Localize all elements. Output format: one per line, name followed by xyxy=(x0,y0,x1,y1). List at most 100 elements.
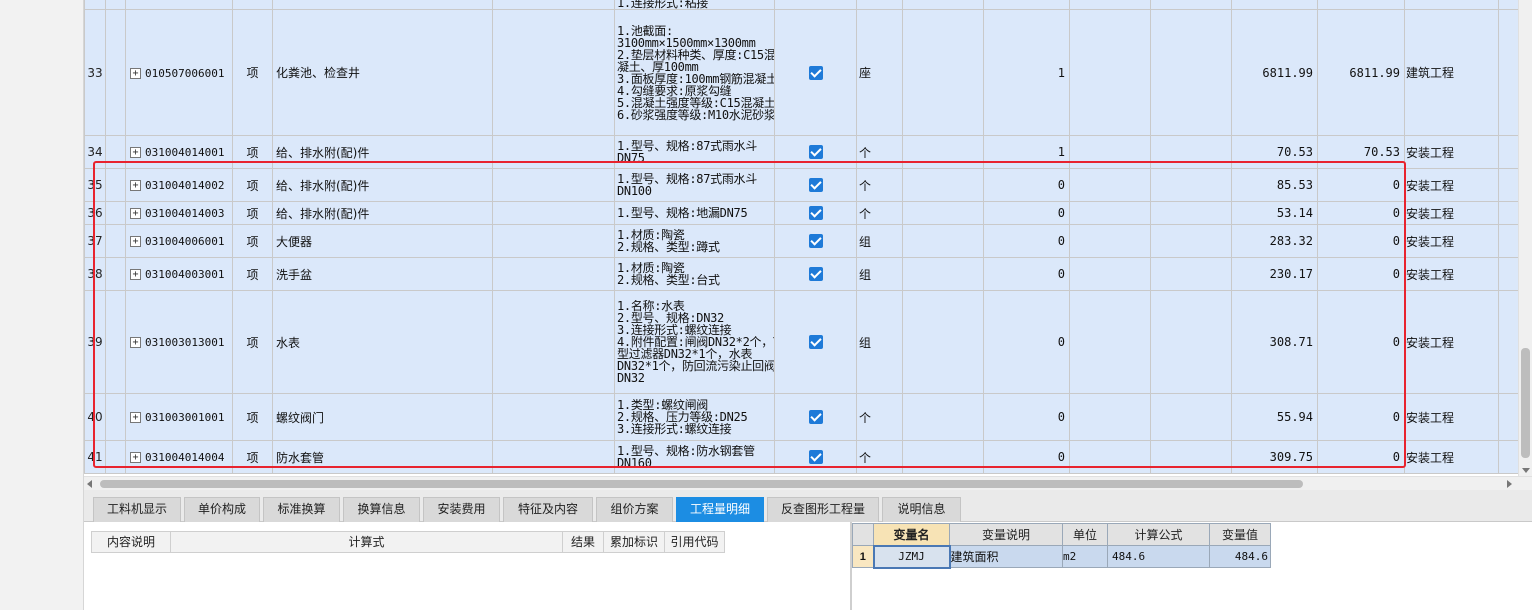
total-price-cell[interactable]: 0 xyxy=(1317,290,1405,394)
total-price-cell[interactable]: 0 xyxy=(1317,201,1405,225)
quantity-cell[interactable]: 1 xyxy=(983,9,1070,136)
total-price-cell[interactable]: 0 xyxy=(1317,168,1405,202)
empty-cell[interactable] xyxy=(1069,257,1151,291)
unit-cell[interactable]: 组 xyxy=(856,257,903,291)
empty-cell[interactable] xyxy=(492,224,615,258)
empty-cell[interactable] xyxy=(1069,9,1151,136)
expand-icon[interactable]: + xyxy=(130,208,141,219)
empty-cell[interactable] xyxy=(1150,201,1232,225)
horizontal-scrollbar[interactable] xyxy=(84,476,1532,490)
total-price-cell[interactable]: 0 xyxy=(1317,393,1405,441)
category-cell[interactable]: 安装工程 xyxy=(1404,290,1499,394)
unit-price-cell[interactable]: 55.94 xyxy=(1231,393,1318,441)
empty-cell[interactable] xyxy=(492,440,615,474)
variable-name-cell[interactable]: JZMJ xyxy=(872,544,951,569)
expand-icon[interactable]: + xyxy=(130,180,141,191)
features-cell[interactable]: 1.池截面: 3100mm×1500mm×1300mm 2.垫层材料种类、厚度:C1… xyxy=(614,9,775,136)
checkbox-cell[interactable] xyxy=(774,440,857,474)
empty-cell[interactable] xyxy=(1069,290,1151,394)
empty-cell[interactable] xyxy=(1069,440,1151,474)
checkbox-cell[interactable] xyxy=(774,290,857,394)
empty-cell[interactable] xyxy=(1150,224,1232,258)
item-name-cell[interactable]: 螺纹阀门 xyxy=(272,393,493,441)
quantity-cell[interactable]: 1 xyxy=(983,135,1070,169)
empty-cell[interactable] xyxy=(902,393,984,441)
unit-cell[interactable]: 个 xyxy=(856,135,903,169)
empty-cell[interactable] xyxy=(1069,201,1151,225)
empty-cell[interactable] xyxy=(492,393,615,441)
expand-icon[interactable]: + xyxy=(130,452,141,463)
empty-cell[interactable] xyxy=(902,135,984,169)
code-cell[interactable]: +031004014004 xyxy=(125,440,233,474)
unit-price-cell[interactable]: 85.53 xyxy=(1231,168,1318,202)
unit-cell[interactable]: 组 xyxy=(856,224,903,258)
quantity-cell[interactable]: 0 xyxy=(983,168,1070,202)
vertical-scrollbar[interactable] xyxy=(1518,0,1532,476)
quantity-cell[interactable]: 0 xyxy=(983,290,1070,394)
code-cell[interactable]: +031003013001 xyxy=(125,290,233,394)
features-cell[interactable]: 1.类型:螺纹闸阀 2.规格、压力等级:DN25 3.连接形式:螺纹连接 xyxy=(614,393,775,441)
quantity-cell[interactable]: 0 xyxy=(983,257,1070,291)
code-cell[interactable]: +031004014001 xyxy=(125,135,233,169)
empty-cell[interactable] xyxy=(902,440,984,474)
checkbox-checked-icon[interactable] xyxy=(808,145,823,160)
empty-cell[interactable] xyxy=(492,9,615,136)
checkbox-checked-icon[interactable] xyxy=(808,65,823,80)
quantity-cell[interactable]: 0 xyxy=(983,393,1070,441)
vertical-scroll-thumb[interactable] xyxy=(1521,348,1530,458)
features-cell[interactable]: 1.型号、规格:87式雨水斗 DN100 xyxy=(614,168,775,202)
tab-quantity-details[interactable]: 工程量明细 xyxy=(676,497,764,522)
category-cell[interactable]: 安装工程 xyxy=(1404,257,1499,291)
unit-cell[interactable]: 个 xyxy=(856,440,903,474)
total-price-cell[interactable]: 0 xyxy=(1317,440,1405,474)
category-cell[interactable]: 安装工程 xyxy=(1404,168,1499,202)
code-cell[interactable]: +010507006001 xyxy=(125,9,233,136)
checkbox-cell[interactable] xyxy=(774,135,857,169)
unit-price-cell[interactable]: 53.14 xyxy=(1231,201,1318,225)
unit-price-cell[interactable]: 70.53 xyxy=(1231,135,1318,169)
table-row[interactable]: 40 +031003001001 项螺纹阀门 1.类型:螺纹闸阀 2.规格、压力等级:D… xyxy=(84,393,1532,441)
category-cell[interactable]: 安装工程 xyxy=(1404,201,1499,225)
tab-reverse-graphic-quantity[interactable]: 反查图形工程量 xyxy=(767,497,879,522)
variable-unit-cell[interactable]: m2 xyxy=(1062,545,1108,568)
item-name-cell[interactable]: 洗手盆 xyxy=(272,257,493,291)
expand-icon[interactable]: + xyxy=(130,67,141,79)
empty-cell[interactable] xyxy=(902,257,984,291)
table-row[interactable]: 35 +031004014002 项给、排水附(配)件 1.型号、规格:87式雨水斗 D… xyxy=(84,168,1532,202)
expand-icon[interactable]: + xyxy=(130,337,141,348)
unit-price-cell[interactable]: 309.75 xyxy=(1231,440,1318,474)
unit-cell[interactable]: 座 xyxy=(856,9,903,136)
quantity-cell[interactable]: 0 xyxy=(983,201,1070,225)
empty-cell[interactable] xyxy=(492,290,615,394)
scroll-right-arrow-icon[interactable] xyxy=(1507,480,1512,488)
code-cell[interactable]: +031004014003 xyxy=(125,201,233,225)
empty-cell[interactable] xyxy=(1069,393,1151,441)
category-cell[interactable]: 建筑工程 xyxy=(1404,9,1499,136)
table-row[interactable]: 34 +031004014001 项给、排水附(配)件 1.型号、规格:87式雨水斗 D… xyxy=(84,135,1532,169)
checkbox-cell[interactable] xyxy=(774,201,857,225)
empty-cell[interactable] xyxy=(492,135,615,169)
features-cell[interactable]: 1.型号、规格:地漏DN75 xyxy=(614,201,775,225)
code-cell[interactable]: +031003001001 xyxy=(125,393,233,441)
expand-icon[interactable]: + xyxy=(130,412,141,423)
checkbox-checked-icon[interactable] xyxy=(808,410,823,425)
checkbox-cell[interactable] xyxy=(774,168,857,202)
category-cell[interactable]: 安装工程 xyxy=(1404,224,1499,258)
checkbox-checked-icon[interactable] xyxy=(808,234,823,249)
empty-cell[interactable] xyxy=(1150,168,1232,202)
unit-price-cell[interactable]: 308.71 xyxy=(1231,290,1318,394)
tab-pricing-scheme[interactable]: 组价方案 xyxy=(596,497,673,522)
features-cell[interactable]: 1.材质:陶瓷 2.规格、类型:蹲式 xyxy=(614,224,775,258)
features-cell[interactable]: 1.型号、规格:87式雨水斗 DN75 xyxy=(614,135,775,169)
features-cell[interactable]: 1.型号、规格:防水钢套管 DN160 xyxy=(614,440,775,474)
tab-conversion-info[interactable]: 换算信息 xyxy=(343,497,420,522)
quantity-cell[interactable]: 0 xyxy=(983,440,1070,474)
table-row[interactable]: 37 +031004006001 项大便器 1.材质:陶瓷 2.规格、类型:蹲式组 0 28… xyxy=(84,224,1532,258)
empty-cell[interactable] xyxy=(1069,168,1151,202)
empty-cell[interactable] xyxy=(902,201,984,225)
empty-cell[interactable] xyxy=(492,257,615,291)
item-name-cell[interactable]: 给、排水附(配)件 xyxy=(272,201,493,225)
total-price-cell[interactable]: 0 xyxy=(1317,224,1405,258)
item-name-cell[interactable]: 给、排水附(配)件 xyxy=(272,168,493,202)
empty-cell[interactable] xyxy=(492,168,615,202)
